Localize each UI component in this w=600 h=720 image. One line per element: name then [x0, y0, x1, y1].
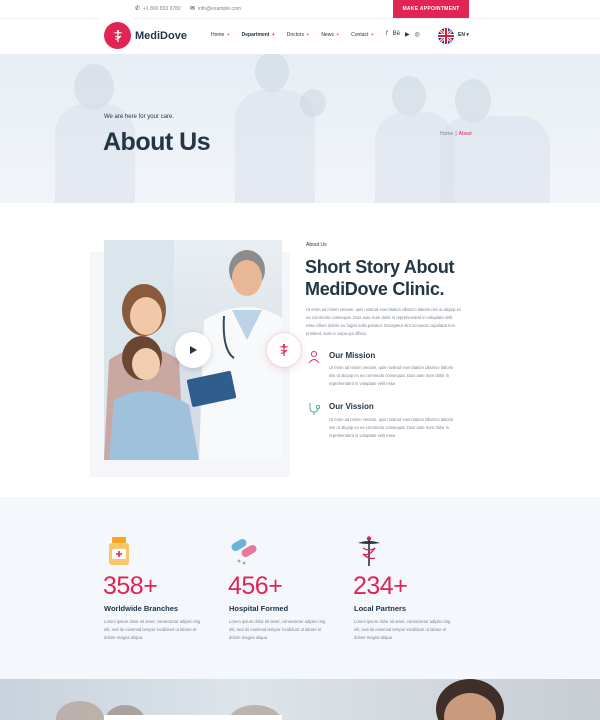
stats-section — [0, 497, 600, 679]
language-selector[interactable]: EN ▾ — [458, 32, 469, 38]
pills-icon — [231, 539, 257, 565]
about-title: Short Story About MediDove Clinic. — [305, 257, 455, 299]
social-links: f Bē ▶ ◎ — [386, 31, 420, 38]
phone-icon: ✆ — [135, 6, 141, 12]
behance-icon[interactable]: Bē — [393, 31, 400, 38]
hero-doctor-silhouette — [300, 89, 326, 117]
hero-doctor-silhouette — [392, 76, 426, 116]
phone-number: +1 800 833 9780 — [143, 5, 181, 12]
play-icon — [190, 346, 197, 354]
stat-title: Local Partners — [354, 604, 407, 613]
stat-text: Lorem ipsum dolor sit amet, consectetur … — [104, 619, 201, 640]
nav-item-contact[interactable]: Contact + — [351, 32, 374, 38]
stethoscope-icon — [309, 403, 321, 415]
section-tag: About Us — [306, 242, 327, 248]
stat-text: Lorem ipsum dolor sit amet, consectetur … — [229, 619, 326, 640]
breadcrumb-home[interactable]: Home — [440, 131, 453, 137]
mail-icon: ✉ — [190, 6, 196, 12]
hero-doctor-body — [440, 116, 550, 203]
main-nav: Home + Department + Doctors + News + Con… — [211, 32, 386, 38]
email-contact[interactable]: ✉ info@example.com — [190, 5, 241, 13]
medicine-bottle-icon — [109, 537, 129, 565]
vision-title: Our Vission — [329, 402, 374, 411]
page-hero — [0, 54, 600, 203]
stat-number: 234+ — [353, 572, 408, 600]
top-bar: ✆ +1 800 833 9780 ✉ info@example.com MAK… — [0, 0, 600, 18]
breadcrumb-current: About — [458, 131, 472, 137]
phone-contact[interactable]: ✆ +1 800 833 9780 — [135, 5, 181, 13]
nav-item-doctors[interactable]: Doctors + — [287, 32, 310, 38]
stat-text: Lorem ipsum dolor sit amet, consectetur … — [354, 619, 451, 640]
stat-number: 358+ — [103, 572, 158, 600]
facebook-icon[interactable]: f — [386, 31, 388, 38]
bottom-photo-strip — [0, 679, 600, 720]
nav-item-news[interactable]: News + — [321, 32, 339, 38]
brand-name[interactable]: MediDove — [135, 30, 187, 42]
about-paragraph: Ut enim ad minim veniam, quis nostrud ex… — [306, 307, 462, 336]
hero-subtitle: We are here for your care. — [104, 114, 174, 120]
nav-item-home[interactable]: Home + — [211, 32, 230, 38]
video-play-button[interactable] — [175, 332, 211, 368]
hero-doctor-silhouette — [255, 54, 289, 92]
youtube-icon[interactable]: ▶ — [405, 31, 410, 38]
mission-text: Ut enim ad minim veniam, quis nostrud ex… — [329, 365, 454, 386]
logo-icon[interactable] — [104, 22, 131, 49]
breadcrumb-separator: | — [455, 131, 457, 137]
bottom-card — [104, 715, 282, 720]
doctor-icon — [308, 350, 320, 364]
breadcrumb: Home | About — [440, 131, 472, 137]
mission-title: Our Mission — [329, 351, 376, 360]
dribbble-icon[interactable]: ◎ — [415, 31, 420, 38]
vision-text: Ut enim ad minim veniam, quis nostrud ex… — [329, 417, 454, 438]
email-address: info@example.com — [198, 5, 241, 12]
uk-flag-icon[interactable] — [438, 28, 454, 44]
page-title: About Us — [103, 128, 211, 156]
stat-number: 456+ — [228, 572, 283, 600]
clinic-badge-icon — [266, 332, 302, 368]
stat-title: Hospital Formed — [229, 604, 289, 613]
stat-title: Worldwide Branches — [104, 604, 179, 613]
caduceus-icon — [358, 536, 380, 566]
nav-item-department[interactable]: Department + — [242, 32, 275, 38]
make-appointment-button[interactable]: MAKE APPOINTMENT — [393, 0, 469, 18]
